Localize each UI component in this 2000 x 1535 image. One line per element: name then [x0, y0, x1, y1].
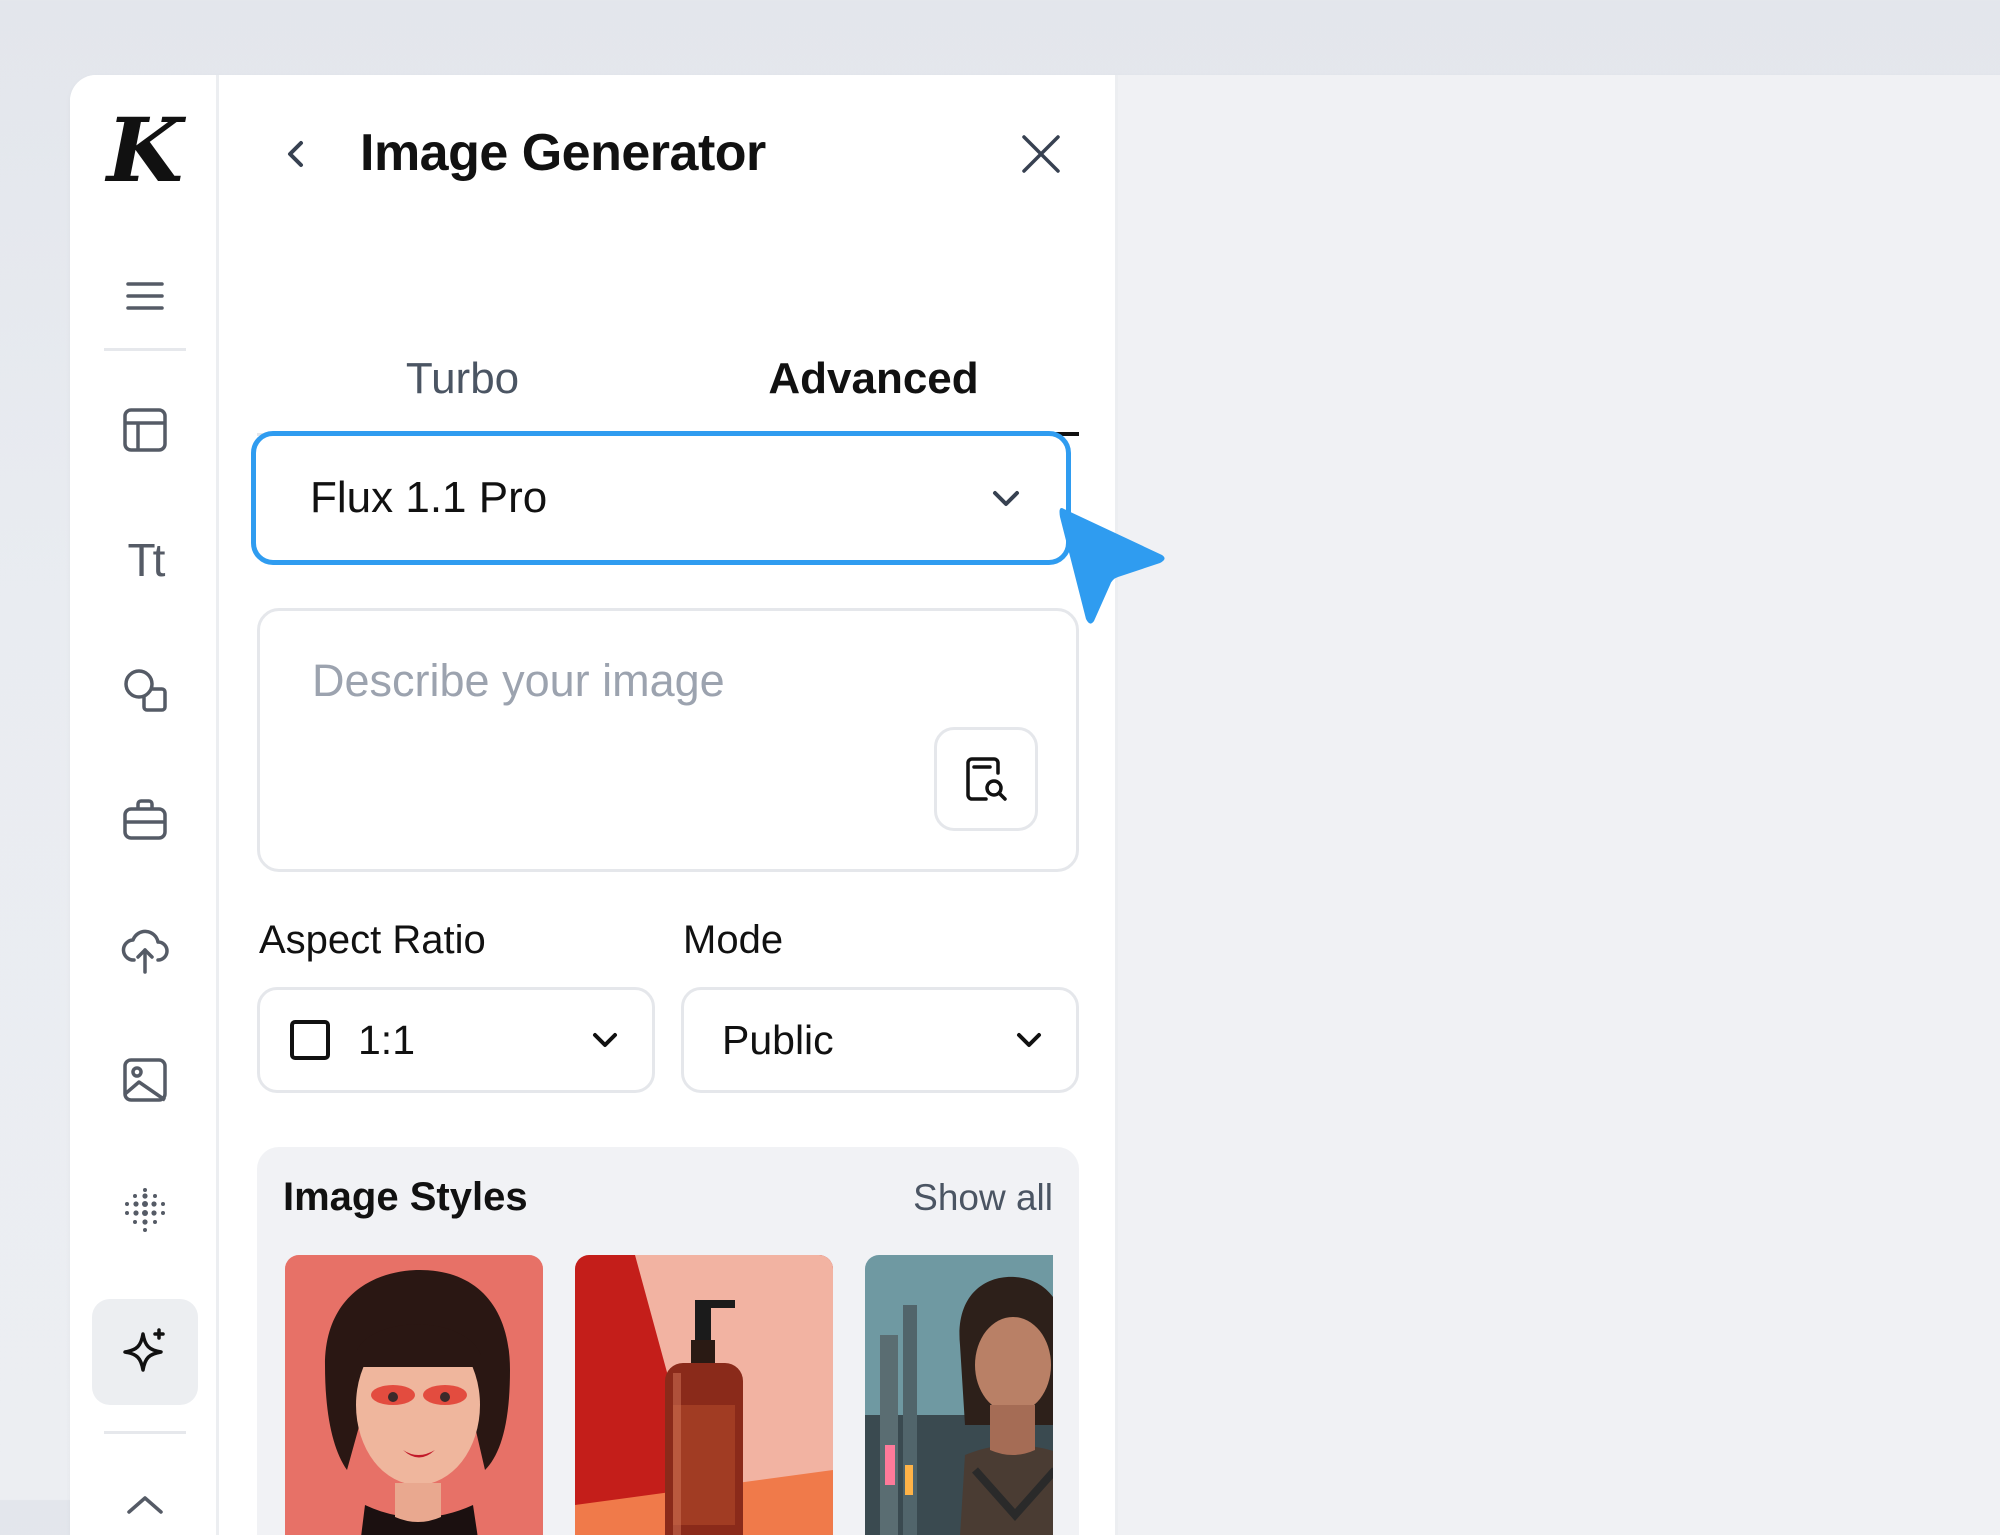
- chevron-down-icon: [1017, 1033, 1041, 1047]
- panel-title: Image Generator: [360, 124, 766, 182]
- square-ratio-icon: [290, 1020, 330, 1060]
- close-button[interactable]: [1016, 129, 1066, 179]
- style-thumb-product[interactable]: [575, 1255, 833, 1535]
- image-styles-card: Image Styles Show all: [257, 1147, 1079, 1535]
- rail-item-templates[interactable]: [92, 377, 198, 483]
- rail-divider: [104, 348, 186, 351]
- hamburger-icon: [126, 282, 164, 310]
- prompt-inspire-button[interactable]: [934, 727, 1038, 831]
- image-generator-panel: Image Generator Turbo Advanced Flux 1.1 …: [219, 75, 1118, 1535]
- rail-item-more[interactable]: [92, 1453, 198, 1535]
- app-window: K Tt Image Generator Turbo Advanced Flux…: [70, 75, 2000, 1535]
- dots-grid-icon: [125, 1188, 165, 1232]
- document-search-icon: [966, 757, 1007, 801]
- image-icon: [123, 1058, 167, 1102]
- briefcase-icon: [123, 799, 167, 840]
- portrait-image: [285, 1255, 543, 1535]
- rail-item-photos[interactable]: [92, 1027, 198, 1133]
- rail-item-elements[interactable]: [92, 637, 198, 743]
- shapes-icon: [124, 669, 167, 712]
- rail-divider: [104, 1431, 186, 1434]
- mode-select[interactable]: Public: [681, 987, 1079, 1093]
- rail-item-brand[interactable]: [92, 767, 198, 873]
- cursor-pointer-icon: [1059, 508, 1165, 624]
- tab-turbo[interactable]: Turbo: [257, 325, 668, 433]
- style-thumb-cyberpunk[interactable]: [865, 1255, 1053, 1535]
- menu-button[interactable]: [92, 243, 198, 349]
- chevron-down-icon: [993, 491, 1019, 506]
- sparkle-icon: [123, 1328, 165, 1372]
- layout-icon: [123, 408, 167, 452]
- chevron-left-icon: [288, 141, 303, 167]
- chevron-down-icon: [593, 1033, 617, 1047]
- prompt-placeholder: Describe your image: [312, 655, 725, 706]
- rail-item-ai-generator[interactable]: [92, 1299, 198, 1405]
- canvas-area[interactable]: [1118, 75, 2000, 1535]
- aspect-ratio-value: 1:1: [358, 1016, 415, 1063]
- aspect-ratio-label: Aspect Ratio: [259, 918, 486, 962]
- text-icon: Tt: [127, 534, 166, 586]
- rail-item-patterns[interactable]: [92, 1157, 198, 1263]
- chevron-up-icon: [127, 1496, 163, 1514]
- logo[interactable]: K: [106, 105, 184, 195]
- bottle-image: [575, 1255, 833, 1535]
- prompt-textarea[interactable]: Describe your image: [257, 608, 1079, 872]
- show-all-link[interactable]: Show all: [913, 1177, 1053, 1219]
- image-styles-title: Image Styles: [283, 1175, 528, 1219]
- rail-item-uploads[interactable]: [92, 897, 198, 1003]
- style-thumb-portrait[interactable]: [285, 1255, 543, 1535]
- rail-item-text[interactable]: Tt: [92, 507, 198, 613]
- warrior-image: [865, 1255, 1053, 1535]
- generator-tabs: Turbo Advanced: [257, 325, 1079, 436]
- cloud-upload-icon: [121, 929, 169, 974]
- model-select[interactable]: Flux 1.1 Pro: [251, 431, 1071, 565]
- aspect-ratio-select[interactable]: 1:1: [257, 987, 655, 1093]
- mode-value: Public: [722, 1016, 834, 1063]
- tab-advanced[interactable]: Advanced: [668, 325, 1079, 436]
- back-button[interactable]: [273, 131, 319, 177]
- style-thumbnails: [285, 1255, 1053, 1535]
- mode-label: Mode: [683, 918, 784, 962]
- left-rail: K Tt: [70, 75, 219, 1535]
- model-select-value: Flux 1.1 Pro: [310, 473, 548, 522]
- close-icon: [1022, 135, 1060, 173]
